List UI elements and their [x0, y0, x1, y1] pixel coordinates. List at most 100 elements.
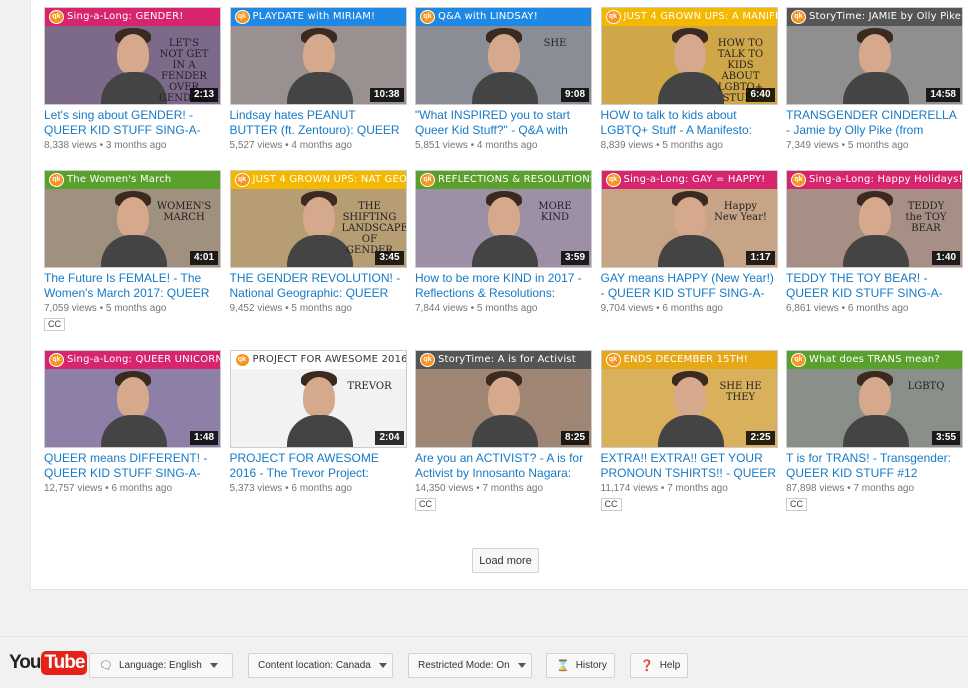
qks-logo-icon: qk: [791, 353, 806, 367]
video-duration: 10:38: [369, 88, 404, 102]
language-icon: 🗨: [99, 660, 113, 672]
thumbnail-banner: What does TRANS mean?: [787, 351, 962, 369]
video-thumbnail[interactable]: TEDDY the TOY BEAR Sing-a-Long: Happy Ho…: [786, 170, 963, 268]
load-more-button[interactable]: Load more: [472, 548, 539, 573]
video-title-link[interactable]: HOW to talk to kids about LGBTQ+ Stuff -…: [601, 108, 778, 138]
qks-logo-icon: qk: [234, 353, 250, 367]
video-thumbnail[interactable]: HOW TO TALK TO KIDS ABOUT LGBTQ+ STUFF J…: [600, 7, 778, 105]
video-thumbnail[interactable]: StoryTime: A is for Activist qk 8:25: [415, 350, 592, 448]
video-title-link[interactable]: GAY means HAPPY (New Year!) - QUEER KID …: [601, 271, 778, 301]
video-card[interactable]: MORE KIND REFLECTIONS & RESOLUTIONS qk 3…: [415, 170, 601, 350]
video-card[interactable]: PLAYDATE with MIRIAM! qk 10:38 Lindsay h…: [229, 7, 416, 170]
thumbnail-banner: Sing-a-Long: QUEER UNICORNS!: [45, 351, 220, 369]
view-count: 8,338 views: [44, 140, 97, 151]
thumbnail-sign-text: Happy New Year!: [714, 201, 767, 223]
video-title-link[interactable]: T is for TRANS! - Transgender: QUEER KID…: [786, 451, 963, 481]
video-title-link[interactable]: TEDDY THE TOY BEAR! - QUEER KID STUFF SI…: [786, 271, 963, 301]
upload-age: 5 months ago: [291, 303, 352, 314]
thumbnail-host-face: [859, 34, 891, 74]
video-thumbnail[interactable]: THE SHIFTING LANDSCAPE OF GENDER JUST 4 …: [229, 170, 407, 268]
video-title-link[interactable]: Let's sing about GENDER! - QUEER KID STU…: [44, 108, 221, 138]
thumbnail-banner: JUST 4 GROWN UPS: NAT GEO: [230, 171, 406, 189]
video-title-link[interactable]: The Future Is FEMALE! - The Women's Marc…: [44, 271, 221, 301]
thumbnail-host-face: [488, 377, 520, 417]
video-thumbnail[interactable]: MORE KIND REFLECTIONS & RESOLUTIONS qk 3…: [415, 170, 592, 268]
video-card[interactable]: StoryTime: A is for Activist qk 8:25 Are…: [415, 350, 601, 530]
thumbnail-host-face: [673, 197, 706, 237]
view-count: 6,861 views: [786, 303, 839, 314]
video-grid-panel: LET'S NOT GET IN A FENDER OVER GENDER, A…: [30, 0, 968, 590]
video-duration: 9:08: [560, 88, 589, 102]
video-title-link[interactable]: QUEER means DIFFERENT! - QUEER KID STUFF…: [44, 451, 221, 481]
thumbnail-host-face: [488, 34, 520, 74]
video-title-link[interactable]: TRANSGENDER CINDERELLA - Jamie by Olly P…: [786, 108, 963, 138]
qks-logo-icon: qk: [49, 10, 64, 24]
cc-badge-wrap: CC: [786, 494, 968, 512]
video-card[interactable]: TEDDY the TOY BEAR Sing-a-Long: Happy Ho…: [786, 170, 968, 350]
video-thumbnail[interactable]: SHE Q&A with LINDSAY! qk 9:08: [415, 7, 592, 105]
view-count: 5,373 views: [229, 483, 283, 494]
thumbnail-banner: Q&A with LINDSAY!: [416, 8, 591, 26]
video-thumbnail[interactable]: SHE HE THEY ENDS DECEMBER 15TH! qk 2:25: [600, 350, 778, 448]
video-thumbnail[interactable]: StoryTime: JAMIE by Olly Pike qk 14:58: [786, 7, 963, 105]
youtube-logo[interactable]: You Tube: [9, 651, 88, 675]
video-title-link[interactable]: Lindsay hates PEANUT BUTTER (ft. Zentour…: [230, 108, 407, 138]
video-card[interactable]: SHE Q&A with LINDSAY! qk 9:08 "What INSP…: [415, 7, 601, 170]
upload-age: 5 months ago: [847, 140, 909, 151]
video-card[interactable]: LGBTQ What does TRANS mean? qk 3:55 T is…: [786, 350, 968, 530]
history-button[interactable]: ⌛ History: [546, 653, 615, 678]
video-card[interactable]: WOMEN'S MARCH The Women's March qk 4:01 …: [44, 170, 230, 350]
qks-logo-icon: qk: [49, 353, 64, 367]
upload-age: 7 months ago: [482, 483, 544, 494]
content-location-button[interactable]: Content location: Canada: [248, 653, 393, 678]
video-card[interactable]: Happy New Year! Sing-a-Long: GAY = HAPPY…: [600, 170, 787, 350]
video-meta: 6,861 views • 6 months ago: [786, 303, 968, 314]
history-label: History: [575, 660, 607, 671]
restricted-mode-button[interactable]: Restricted Mode: On: [408, 653, 532, 678]
upload-age: 6 months ago: [847, 303, 909, 314]
qks-logo-icon: qk: [420, 10, 435, 24]
video-meta: 5,527 views • 4 months ago: [230, 140, 416, 151]
help-label: Help: [659, 660, 681, 671]
video-thumbnail[interactable]: WOMEN'S MARCH The Women's March qk 4:01: [44, 170, 221, 268]
video-title-link[interactable]: "What INSPIRED you to start Queer Kid St…: [415, 108, 592, 138]
video-card[interactable]: SHE HE THEY ENDS DECEMBER 15TH! qk 2:25 …: [600, 350, 787, 530]
video-card[interactable]: LET'S NOT GET IN A FENDER OVER GENDER, A…: [44, 7, 230, 170]
language-button[interactable]: 🗨 Language: English: [89, 653, 233, 678]
video-title-link[interactable]: How to be more KIND in 2017 - Reflection…: [415, 271, 592, 301]
view-count: 9,452 views: [229, 303, 283, 314]
upload-age: 4 months ago: [476, 140, 538, 151]
help-button[interactable]: ❓ Help: [630, 653, 688, 678]
thumbnail-sign-text: TEDDY the TOY BEAR: [905, 201, 947, 234]
language-label: Language: English: [118, 660, 202, 671]
video-duration: 3:55: [931, 431, 960, 445]
video-thumbnail[interactable]: LGBTQ What does TRANS mean? qk 3:55: [786, 350, 963, 448]
view-count: 5,851 views: [415, 140, 468, 151]
video-title-link[interactable]: PROJECT FOR AWESOME 2016 - The Trevor Pr…: [230, 451, 407, 481]
view-count: 7,059 views: [44, 303, 97, 314]
video-thumbnail[interactable]: TREVOR PROJECT FOR AWESOME 2016 qk 2:04: [229, 350, 407, 448]
thumbnail-host-face: [859, 197, 891, 237]
location-label: Content location: Canada: [258, 660, 371, 671]
thumbnail-host-face: [673, 377, 706, 417]
video-grid: LET'S NOT GET IN A FENDER OVER GENDER, A…: [44, 7, 968, 530]
upload-age: 3 months ago: [105, 140, 167, 151]
video-thumbnail[interactable]: Sing-a-Long: QUEER UNICORNS! qk 1:48: [44, 350, 221, 448]
video-thumbnail[interactable]: PLAYDATE with MIRIAM! qk 10:38: [229, 7, 407, 105]
video-card[interactable]: StoryTime: JAMIE by Olly Pike qk 14:58 T…: [786, 7, 968, 170]
qks-logo-icon: qk: [605, 10, 621, 24]
logo-you-text: You: [9, 652, 42, 673]
cc-badge: CC: [44, 318, 65, 331]
video-duration: 3:59: [560, 251, 589, 265]
video-title-link[interactable]: Are you an ACTIVIST? - A is for Activist…: [415, 451, 592, 481]
thumbnail-banner: Sing-a-Long: GENDER!: [45, 8, 220, 26]
video-card[interactable]: HOW TO TALK TO KIDS ABOUT LGBTQ+ STUFF J…: [600, 7, 787, 170]
video-card[interactable]: TREVOR PROJECT FOR AWESOME 2016 qk 2:04 …: [229, 350, 416, 530]
video-title-link[interactable]: THE GENDER REVOLUTION! - National Geogra…: [230, 271, 407, 301]
video-card[interactable]: Sing-a-Long: QUEER UNICORNS! qk 1:48 QUE…: [44, 350, 230, 530]
caret-down-icon: [209, 663, 218, 668]
video-thumbnail[interactable]: Happy New Year! Sing-a-Long: GAY = HAPPY…: [600, 170, 778, 268]
video-thumbnail[interactable]: LET'S NOT GET IN A FENDER OVER GENDER, A…: [44, 7, 221, 105]
video-title-link[interactable]: EXTRA!! EXTRA!! GET YOUR PRONOUN TSHIRTS…: [601, 451, 778, 481]
video-card[interactable]: THE SHIFTING LANDSCAPE OF GENDER JUST 4 …: [229, 170, 416, 350]
